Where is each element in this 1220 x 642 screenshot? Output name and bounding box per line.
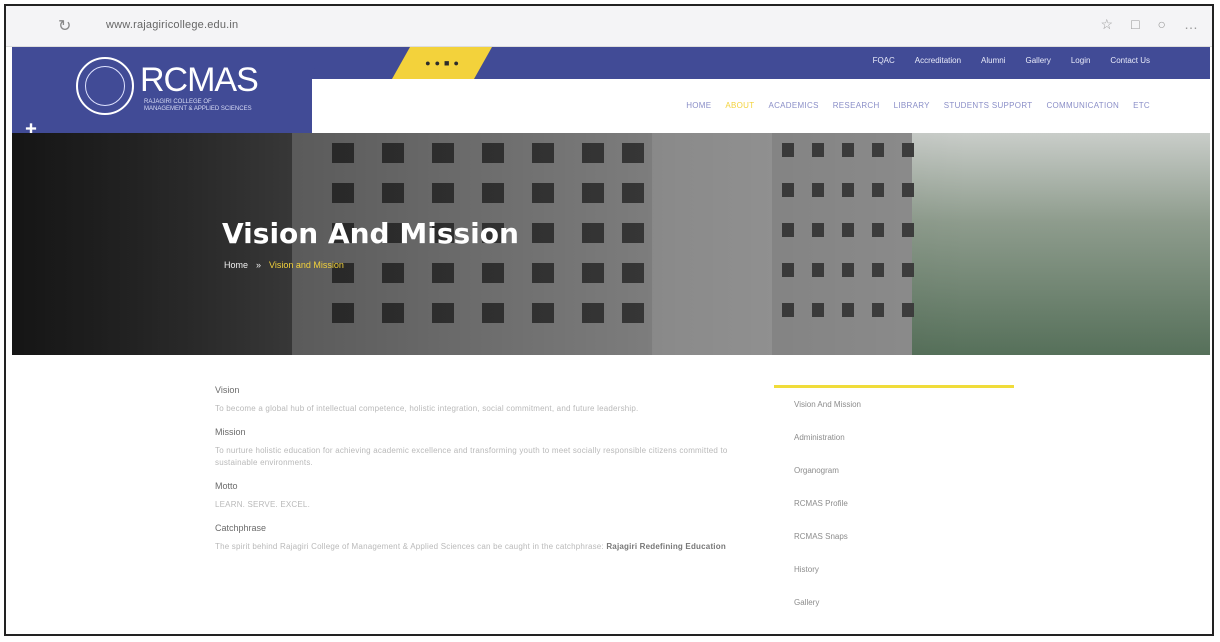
sidebar-item-vision-mission[interactable]: Vision And Mission — [774, 388, 1014, 421]
page-title: Vision And Mission — [222, 217, 519, 250]
nav-communication[interactable]: COMMUNICATION — [1046, 101, 1119, 110]
sidebar-item-gallery[interactable]: Gallery — [774, 586, 1014, 619]
catchphrase-body: The spirit behind Rajagiri College of Ma… — [215, 542, 604, 551]
logo-text[interactable]: RCMAS — [140, 61, 259, 100]
browser-actions: ☆ □ ○ … — [1101, 16, 1199, 33]
mission-heading: Mission — [215, 427, 246, 437]
toplink-contact[interactable]: Contact Us — [1110, 56, 1150, 65]
linkedin-icon[interactable]: ● — [453, 58, 458, 68]
vision-heading: Vision — [215, 385, 240, 395]
nav-students-support[interactable]: STUDENTS SUPPORT — [944, 101, 1033, 110]
browser-window: ↻ www.rajagiricollege.edu.in ☆ □ ○ … ● ●… — [4, 4, 1214, 636]
nav-library[interactable]: LIBRARY — [894, 101, 930, 110]
vision-text: To become a global hub of intellectual c… — [215, 404, 639, 413]
sidebar: Vision And Mission Administration Organo… — [774, 385, 1014, 619]
catchphrase-bold: Rajagiri Redefining Education — [606, 542, 726, 551]
nav-research[interactable]: RESEARCH — [833, 101, 880, 110]
top-links: FQAC Accreditation Alumni Gallery Login … — [873, 56, 1150, 65]
hero-shade — [12, 133, 1210, 355]
logo-subtitle: RAJAGIRI COLLEGE OF MANAGEMENT & APPLIED… — [144, 99, 252, 112]
catchphrase-heading: Catchphrase — [215, 523, 267, 533]
breadcrumb: Home » Vision and Mission — [224, 260, 344, 270]
profile-icon[interactable]: ○ — [1158, 16, 1166, 33]
settings-icon[interactable]: … — [1184, 16, 1198, 33]
catchphrase-text: The spirit behind Rajagiri College of Ma… — [215, 541, 755, 553]
address-bar[interactable]: www.rajagiricollege.edu.in — [106, 19, 238, 31]
toplink-gallery[interactable]: Gallery — [1026, 56, 1051, 65]
extensions-icon[interactable]: □ — [1131, 16, 1139, 33]
toplink-login[interactable]: Login — [1071, 56, 1091, 65]
breadcrumb-home[interactable]: Home — [224, 260, 248, 270]
sidebar-item-snaps[interactable]: RCMAS Snaps — [774, 520, 1014, 553]
nav-academics[interactable]: ACADEMICS — [768, 101, 818, 110]
mission-text: To nurture holistic education for achiev… — [215, 446, 728, 467]
sidebar-list: Vision And Mission Administration Organo… — [774, 388, 1014, 619]
toplink-alumni[interactable]: Alumni — [981, 56, 1005, 65]
instagram-icon[interactable]: ● — [435, 58, 440, 68]
reload-icon[interactable]: ↻ — [58, 16, 71, 36]
main-article: Vision To become a global hub of intelle… — [215, 385, 755, 565]
breadcrumb-current: Vision and Mission — [269, 260, 344, 270]
star-icon[interactable]: ☆ — [1101, 16, 1114, 33]
main-nav: HOME ABOUT ACADEMICS RESEARCH LIBRARY ST… — [686, 101, 1150, 110]
sidebar-item-organogram[interactable]: Organogram — [774, 454, 1014, 487]
header-slant — [262, 47, 332, 133]
toplink-accreditation[interactable]: Accreditation — [915, 56, 961, 65]
breadcrumb-separator: » — [256, 260, 262, 270]
toplink-fqac[interactable]: FQAC — [873, 56, 895, 65]
browser-toolbar: ↻ www.rajagiricollege.edu.in ☆ □ ○ … — [6, 6, 1212, 47]
sidebar-item-administration[interactable]: Administration — [774, 421, 1014, 454]
website: ● ● ■ ● RCMAS RAJAGIRI COLLEGE OF MANAGE… — [12, 47, 1210, 634]
youtube-icon[interactable]: ■ — [444, 58, 449, 68]
motto-text: LEARN. SERVE. EXCEL. — [215, 500, 310, 509]
content-area: Vision To become a global hub of intelle… — [12, 355, 1210, 634]
nav-about[interactable]: ABOUT — [725, 101, 754, 110]
nav-etc[interactable]: ETC — [1133, 101, 1150, 110]
nav-home[interactable]: HOME — [686, 101, 711, 110]
url-host: www.rajagiricollege.edu.in — [106, 19, 239, 31]
site-header: ● ● ■ ● RCMAS RAJAGIRI COLLEGE OF MANAGE… — [12, 47, 1210, 133]
sidebar-item-profile[interactable]: RCMAS Profile — [774, 487, 1014, 520]
college-seal-icon[interactable] — [76, 57, 134, 115]
hero-banner: Vision And Mission Home » Vision and Missi… — [12, 133, 1210, 355]
motto-heading: Motto — [215, 481, 238, 491]
sidebar-item-history[interactable]: History — [774, 553, 1014, 586]
facebook-icon[interactable]: ● — [425, 58, 430, 68]
